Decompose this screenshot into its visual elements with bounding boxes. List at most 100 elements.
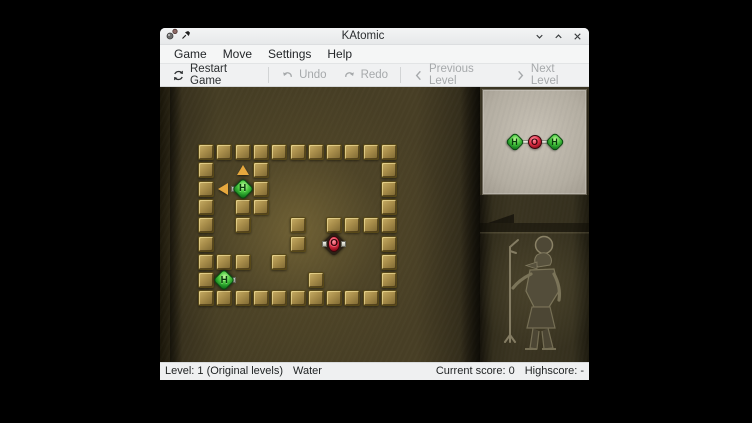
- wall-tile: [235, 144, 251, 160]
- wall-tile: [363, 290, 379, 306]
- maximize-button[interactable]: [553, 31, 564, 42]
- close-button[interactable]: [572, 31, 583, 42]
- wall-tile: [235, 254, 251, 270]
- egyptian-figure-icon: [480, 195, 589, 362]
- wall-tile: [235, 199, 251, 215]
- wall-tile: [381, 181, 397, 197]
- statusbar: Level: 1 (Original levels) Water Current…: [160, 362, 589, 379]
- wall-tile: [253, 290, 269, 306]
- wall-tile: [381, 162, 397, 178]
- wall-tile: [344, 290, 360, 306]
- molecule-name-label: Water: [293, 365, 322, 377]
- atom-hydrogen[interactable]: H: [214, 270, 234, 290]
- preview-atom-H: H: [507, 134, 523, 150]
- molecule-icon: [166, 27, 178, 45]
- wall-tile: [253, 181, 269, 197]
- preview-atom-O: O: [527, 134, 543, 150]
- wall-tile: [271, 254, 287, 270]
- wall-tile: [271, 290, 287, 306]
- wall-tile: [216, 144, 232, 160]
- wall-tile: [326, 290, 342, 306]
- wall-tile: [290, 217, 306, 233]
- wall-tile: [344, 144, 360, 160]
- undo-label: Undo: [299, 69, 327, 81]
- restart-icon: [172, 69, 185, 82]
- wall-tile: [290, 290, 306, 306]
- current-score-label: Current score: 0: [436, 365, 515, 377]
- pin-icon: [181, 27, 192, 45]
- main-content: HOH HOH: [160, 87, 589, 362]
- next-level-label: Next Level: [531, 63, 581, 87]
- katomic-window: KAtomic Game Move Settings Help Restart …: [160, 28, 589, 380]
- side-panel: HOH: [480, 87, 589, 362]
- wall-tile: [381, 272, 397, 288]
- chevron-left-icon: [413, 69, 424, 82]
- atom-oxygen[interactable]: O: [324, 234, 344, 254]
- menu-settings[interactable]: Settings: [260, 46, 319, 62]
- game-area: H O H: [160, 87, 480, 362]
- redo-icon: [343, 69, 356, 82]
- toolbar-separator: [268, 67, 269, 83]
- move-arrow-left[interactable]: [218, 183, 228, 195]
- wall-tile: [381, 254, 397, 270]
- wall-tile: [290, 144, 306, 160]
- toolbar-separator: [400, 67, 401, 83]
- restart-game-button[interactable]: Restart Game: [164, 60, 264, 90]
- wall-tile: [198, 272, 214, 288]
- atom-hydrogen[interactable]: H: [233, 179, 253, 199]
- wall-tile: [253, 199, 269, 215]
- undo-button[interactable]: Undo: [273, 66, 335, 85]
- wall-tile: [381, 199, 397, 215]
- minimize-button[interactable]: [534, 31, 545, 42]
- wall-tile: [235, 217, 251, 233]
- wall-tile: [381, 236, 397, 252]
- preview-molecule: HOH: [483, 90, 586, 194]
- previous-level-label: Previous Level: [429, 63, 499, 87]
- desktop-background: KAtomic Game Move Settings Help Restart …: [0, 0, 752, 423]
- restart-label: Restart Game: [190, 63, 256, 87]
- level-label: Level: 1 (Original levels): [165, 365, 283, 377]
- wall-tile: [235, 290, 251, 306]
- wall-tile: [381, 290, 397, 306]
- wall-tile: [381, 217, 397, 233]
- window-title: KAtomic: [196, 30, 530, 42]
- wall-tile: [308, 290, 324, 306]
- wall-tile: [198, 254, 214, 270]
- wall-tile: [198, 217, 214, 233]
- wall-tile: [271, 144, 287, 160]
- wall-tile: [198, 162, 214, 178]
- wall-tile: [381, 144, 397, 160]
- wall-tile: [216, 254, 232, 270]
- wall-tile: [253, 162, 269, 178]
- highscore-label: Highscore: -: [525, 365, 584, 377]
- wall-tile: [216, 290, 232, 306]
- wall-tile: [198, 199, 214, 215]
- move-arrow-up[interactable]: [237, 165, 249, 175]
- next-level-button[interactable]: Next Level: [507, 60, 589, 90]
- menu-help[interactable]: Help: [319, 46, 360, 62]
- redo-label: Redo: [361, 69, 389, 81]
- wall-tile: [253, 144, 269, 160]
- wall-tile: [198, 181, 214, 197]
- toolbar: Restart Game Undo Redo Previous Level Ne…: [160, 63, 589, 87]
- undo-icon: [281, 69, 294, 82]
- chevron-right-icon: [515, 69, 526, 82]
- wall-tile: [363, 144, 379, 160]
- wall-tile: [198, 144, 214, 160]
- game-board: H O H: [160, 87, 480, 362]
- redo-button[interactable]: Redo: [335, 66, 397, 85]
- wall-tile: [198, 236, 214, 252]
- wall-tile: [326, 217, 342, 233]
- wall-tile: [363, 217, 379, 233]
- egyptian-relief-artwork: [480, 195, 589, 362]
- wall-tile: [198, 290, 214, 306]
- wall-tile: [308, 272, 324, 288]
- molecule-preview: HOH: [482, 89, 587, 195]
- wall-tile: [290, 236, 306, 252]
- wall-tile: [344, 217, 360, 233]
- titlebar[interactable]: KAtomic: [160, 28, 589, 45]
- previous-level-button[interactable]: Previous Level: [405, 60, 507, 90]
- wall-tile: [308, 144, 324, 160]
- preview-atom-H: H: [547, 134, 563, 150]
- wall-tile: [326, 144, 342, 160]
